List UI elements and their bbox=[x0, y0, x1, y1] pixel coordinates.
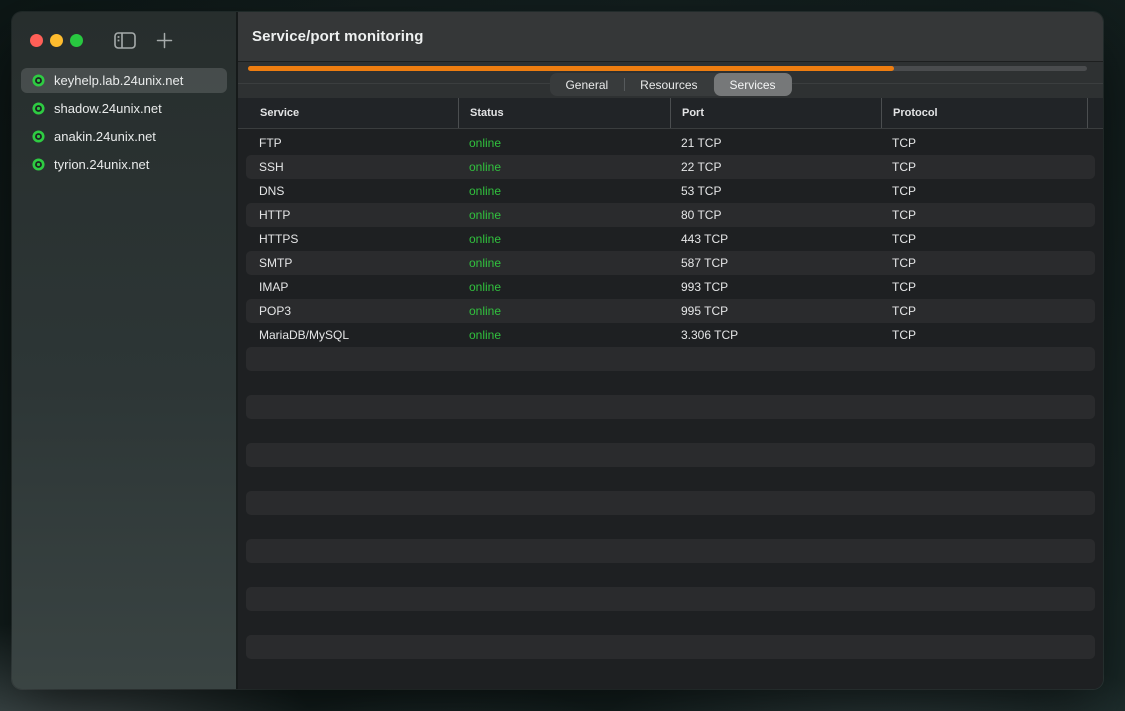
cell-service: SSH bbox=[246, 160, 458, 174]
server-label: tyrion.24unix.net bbox=[54, 157, 149, 172]
cell-port: 21 TCP bbox=[670, 136, 881, 150]
server-status-online-icon bbox=[32, 102, 45, 115]
cell-port: 3.306 TCP bbox=[670, 328, 881, 342]
tab-services[interactable]: Services bbox=[714, 73, 792, 96]
cell-status: online bbox=[458, 256, 670, 270]
close-window-button[interactable] bbox=[30, 34, 43, 47]
services-table-body: FTPonline21 TCPTCPSSHonline22 TCPTCPDNSo… bbox=[238, 129, 1103, 689]
cell-service: HTTP bbox=[246, 208, 458, 222]
empty-table-row bbox=[246, 611, 1095, 635]
app-window: keyhelp.lab.24unix.net shadow.24unix.net a… bbox=[12, 12, 1103, 689]
main-content: Service/port monitoring GeneralResources… bbox=[238, 12, 1103, 689]
server-status-online-icon bbox=[32, 158, 45, 171]
cell-protocol: TCP bbox=[881, 304, 1095, 318]
cell-status: online bbox=[458, 160, 670, 174]
column-header-port[interactable]: Port bbox=[670, 98, 881, 128]
table-row[interactable]: SSHonline22 TCPTCP bbox=[246, 155, 1095, 179]
cell-port: 587 TCP bbox=[670, 256, 881, 270]
cell-status: online bbox=[458, 304, 670, 318]
column-header-protocol[interactable]: Protocol bbox=[881, 98, 1088, 128]
table-row[interactable]: POP3online995 TCPTCP bbox=[246, 299, 1095, 323]
add-server-button[interactable] bbox=[156, 32, 173, 49]
monitoring-progress-bar bbox=[248, 66, 1087, 71]
empty-table-row bbox=[246, 443, 1095, 467]
table-row[interactable]: SMTPonline587 TCPTCP bbox=[246, 251, 1095, 275]
cell-protocol: TCP bbox=[881, 280, 1095, 294]
cell-port: 995 TCP bbox=[670, 304, 881, 318]
server-label: anakin.24unix.net bbox=[54, 129, 156, 144]
table-row[interactable]: HTTPonline80 TCPTCP bbox=[246, 203, 1095, 227]
column-header-status[interactable]: Status bbox=[458, 98, 670, 128]
table-header: ServiceStatusPortProtocol bbox=[238, 98, 1103, 129]
cell-protocol: TCP bbox=[881, 232, 1095, 246]
cell-protocol: TCP bbox=[881, 208, 1095, 222]
view-tabs: GeneralResourcesServices bbox=[549, 73, 791, 96]
cell-status: online bbox=[458, 328, 670, 342]
empty-table-row bbox=[246, 347, 1095, 371]
sidebar-item-shadow[interactable]: shadow.24unix.net bbox=[21, 96, 227, 121]
window-titlebar: Service/port monitoring bbox=[238, 12, 1103, 62]
cell-service: IMAP bbox=[246, 280, 458, 294]
cell-service: FTP bbox=[246, 136, 458, 150]
toggle-sidebar-icon[interactable] bbox=[114, 32, 136, 49]
server-label: keyhelp.lab.24unix.net bbox=[54, 73, 183, 88]
empty-table-row bbox=[246, 563, 1095, 587]
server-status-online-icon bbox=[32, 130, 45, 143]
sidebar: keyhelp.lab.24unix.net shadow.24unix.net a… bbox=[12, 12, 238, 689]
sidebar-item-keyhelp[interactable]: keyhelp.lab.24unix.net bbox=[21, 68, 227, 93]
window-controls bbox=[12, 12, 236, 68]
cell-status: online bbox=[458, 184, 670, 198]
cell-service: DNS bbox=[246, 184, 458, 198]
empty-table-row bbox=[246, 467, 1095, 491]
cell-port: 443 TCP bbox=[670, 232, 881, 246]
progress-fill bbox=[248, 66, 894, 71]
desktop-background: keyhelp.lab.24unix.net shadow.24unix.net a… bbox=[0, 0, 1125, 711]
cell-protocol: TCP bbox=[881, 328, 1095, 342]
cell-service: HTTPS bbox=[246, 232, 458, 246]
cell-port: 53 TCP bbox=[670, 184, 881, 198]
minimize-window-button[interactable] bbox=[50, 34, 63, 47]
cell-port: 993 TCP bbox=[670, 280, 881, 294]
empty-table-row bbox=[246, 491, 1095, 515]
empty-table-row bbox=[246, 659, 1095, 683]
empty-table-row bbox=[246, 515, 1095, 539]
table-row[interactable]: MariaDB/MySQLonline3.306 TCPTCP bbox=[246, 323, 1095, 347]
cell-service: POP3 bbox=[246, 304, 458, 318]
empty-table-row bbox=[246, 635, 1095, 659]
zoom-window-button[interactable] bbox=[70, 34, 83, 47]
cell-service: MariaDB/MySQL bbox=[246, 328, 458, 342]
cell-protocol: TCP bbox=[881, 136, 1095, 150]
cell-status: online bbox=[458, 208, 670, 222]
server-status-online-icon bbox=[32, 74, 45, 87]
cell-protocol: TCP bbox=[881, 256, 1095, 270]
cell-port: 80 TCP bbox=[670, 208, 881, 222]
tab-resources[interactable]: Resources bbox=[624, 73, 713, 96]
cell-status: online bbox=[458, 232, 670, 246]
table-row[interactable]: FTPonline21 TCPTCP bbox=[246, 131, 1095, 155]
page-title: Service/port monitoring bbox=[252, 28, 424, 45]
server-list: keyhelp.lab.24unix.net shadow.24unix.net a… bbox=[12, 68, 236, 180]
sidebar-item-tyrion[interactable]: tyrion.24unix.net bbox=[21, 152, 227, 177]
sidebar-item-anakin[interactable]: anakin.24unix.net bbox=[21, 124, 227, 149]
empty-table-row bbox=[246, 419, 1095, 443]
cell-status: online bbox=[458, 280, 670, 294]
empty-table-row bbox=[246, 587, 1095, 611]
empty-table-row bbox=[246, 395, 1095, 419]
empty-table-row bbox=[246, 539, 1095, 563]
tab-toolbar: GeneralResourcesServices bbox=[238, 62, 1103, 98]
cell-service: SMTP bbox=[246, 256, 458, 270]
server-label: shadow.24unix.net bbox=[54, 101, 162, 116]
table-row[interactable]: HTTPSonline443 TCPTCP bbox=[246, 227, 1095, 251]
tab-general[interactable]: General bbox=[549, 73, 624, 96]
column-header-service[interactable]: Service bbox=[238, 98, 458, 128]
cell-protocol: TCP bbox=[881, 184, 1095, 198]
cell-status: online bbox=[458, 136, 670, 150]
table-row[interactable]: DNSonline53 TCPTCP bbox=[246, 179, 1095, 203]
empty-table-row bbox=[246, 371, 1095, 395]
cell-protocol: TCP bbox=[881, 160, 1095, 174]
cell-port: 22 TCP bbox=[670, 160, 881, 174]
table-row[interactable]: IMAPonline993 TCPTCP bbox=[246, 275, 1095, 299]
